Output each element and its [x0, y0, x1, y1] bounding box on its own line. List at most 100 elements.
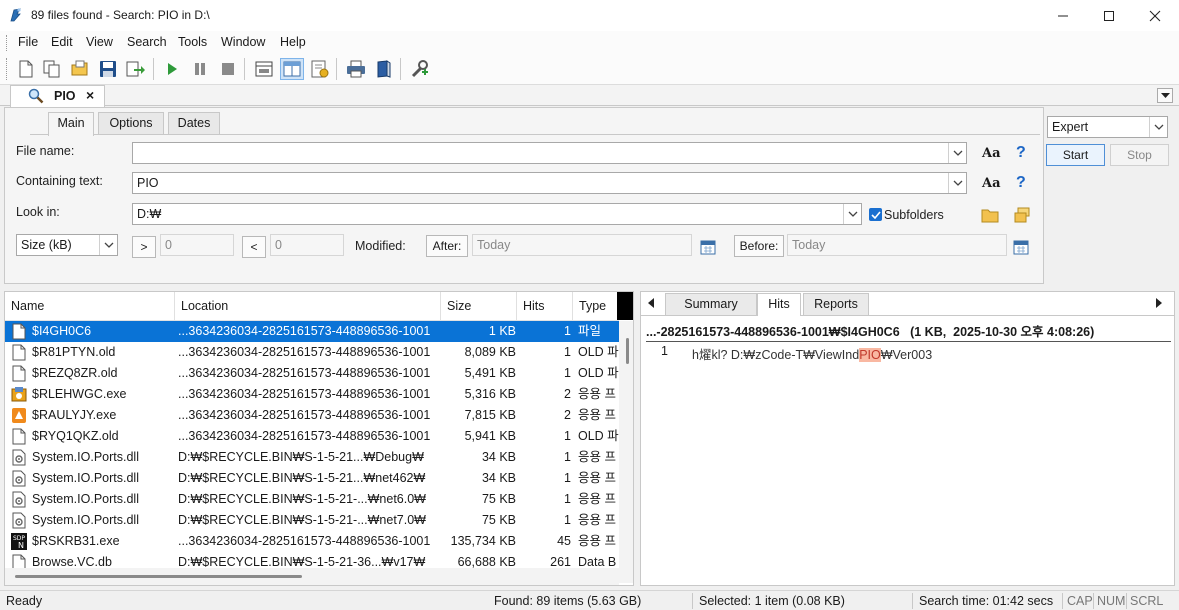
- chevron-down-icon[interactable]: [948, 143, 966, 163]
- cell-name: $RSKRB31.exe: [32, 534, 120, 548]
- cell-hits: 1: [564, 366, 571, 380]
- book-icon[interactable]: [372, 58, 396, 80]
- menu-file[interactable]: File: [18, 35, 38, 49]
- stop-button[interactable]: Stop: [1110, 144, 1169, 166]
- pause-icon[interactable]: [188, 58, 212, 80]
- tab-summary[interactable]: Summary: [665, 293, 757, 315]
- tab-hits[interactable]: Hits: [757, 293, 801, 316]
- cell-size: 7,815 KB: [464, 408, 516, 422]
- dll-icon: [11, 449, 27, 466]
- menu-view[interactable]: View: [86, 35, 113, 49]
- max-size-input[interactable]: 0: [270, 234, 344, 256]
- open-icon[interactable]: [68, 58, 92, 80]
- window-title: 89 files found - Search: PIO in D:\: [31, 8, 210, 22]
- tab-list-dropdown[interactable]: [1157, 88, 1173, 103]
- calendar-icon[interactable]: [1012, 238, 1030, 256]
- chevron-down-icon[interactable]: [843, 204, 861, 224]
- match-case-icon[interactable]: Aa: [982, 146, 1001, 161]
- vertical-scroll-thumb[interactable]: [626, 338, 629, 364]
- table-row[interactable]: SDP N $RSKRB31.exe ...3634236034-2825161573…: [5, 531, 619, 552]
- menu-help[interactable]: Help: [280, 35, 306, 49]
- cell-type: OLD 파: [578, 429, 619, 443]
- file-name-input[interactable]: [132, 142, 967, 164]
- folder-group-icon[interactable]: [1013, 206, 1031, 224]
- column-header-type[interactable]: Type: [573, 292, 619, 320]
- table-row[interactable]: System.IO.Ports.dll D:₩$RECYCLE.BIN₩S-1-5…: [5, 489, 619, 510]
- toolbar-separator: [336, 58, 337, 80]
- horizontal-scroll-thumb[interactable]: [15, 575, 302, 578]
- match-case-icon[interactable]: Aa: [982, 176, 1001, 191]
- minimize-button[interactable]: [1040, 0, 1086, 31]
- table-row[interactable]: $RLEHWGC.exe ...3634236034-2825161573-448…: [5, 384, 619, 405]
- document-tab-label: PIO: [54, 89, 76, 103]
- chevron-left-icon[interactable]: [647, 297, 657, 309]
- copy-search-icon[interactable]: [40, 58, 64, 80]
- menu-window[interactable]: Window: [221, 35, 265, 49]
- table-row[interactable]: $I4GH0C6 ...3634236034-2825161573-4488965…: [5, 321, 619, 342]
- table-row[interactable]: System.IO.Ports.dll D:₩$RECYCLE.BIN₩S-1-5…: [5, 468, 619, 489]
- tab-main[interactable]: Main: [48, 112, 94, 136]
- cell-size: 34 KB: [481, 450, 516, 464]
- after-date-input[interactable]: Today: [472, 234, 692, 256]
- subfolders-checkbox[interactable]: [869, 208, 882, 221]
- greater-than-button[interactable]: >: [132, 236, 156, 258]
- chevron-down-icon[interactable]: [1149, 117, 1167, 137]
- print-icon[interactable]: [344, 58, 368, 80]
- chevron-right-icon[interactable]: [1155, 297, 1165, 309]
- column-header-hits[interactable]: Hits: [517, 292, 573, 320]
- preview-pane-icon[interactable]: [280, 58, 304, 80]
- play-icon[interactable]: [160, 58, 184, 80]
- cell-location: D:₩$RECYCLE.BIN₩S-1-5-21...₩net462₩: [178, 471, 426, 485]
- look-in-input[interactable]: D:₩: [132, 203, 862, 225]
- tab-options[interactable]: Options: [98, 112, 164, 134]
- table-row[interactable]: $RYQ1QKZ.old ...3634236034-2825161573-448…: [5, 426, 619, 447]
- help-icon[interactable]: ?: [1016, 174, 1026, 192]
- column-header-location[interactable]: Location: [175, 292, 441, 320]
- tools-icon[interactable]: [408, 58, 432, 80]
- tab-close-icon[interactable]: ×: [86, 87, 94, 103]
- maximize-button[interactable]: [1086, 0, 1132, 31]
- table-row[interactable]: System.IO.Ports.dll D:₩$RECYCLE.BIN₩S-1-5…: [5, 447, 619, 468]
- layout-icon[interactable]: [252, 58, 276, 80]
- less-than-button[interactable]: <: [242, 236, 266, 258]
- installer-icon: [11, 386, 27, 403]
- save-icon[interactable]: [96, 58, 120, 80]
- menu-edit[interactable]: Edit: [51, 35, 73, 49]
- column-header-name[interactable]: Name: [5, 292, 175, 320]
- menu-grip: [6, 35, 9, 51]
- close-button[interactable]: [1132, 0, 1178, 31]
- properties-icon[interactable]: [308, 58, 332, 80]
- containing-text-input[interactable]: PIO: [132, 172, 967, 194]
- table-row[interactable]: $RAULYJY.exe ...3634236034-2825161573-448…: [5, 405, 619, 426]
- folder-icon[interactable]: [981, 206, 999, 224]
- stop-icon[interactable]: [216, 58, 240, 80]
- tab-reports[interactable]: Reports: [803, 293, 869, 315]
- containing-text-label: Containing text:: [16, 174, 103, 188]
- menu-tools[interactable]: Tools: [178, 35, 207, 49]
- start-button[interactable]: Start: [1046, 144, 1105, 166]
- tab-dates[interactable]: Dates: [168, 112, 220, 134]
- before-button[interactable]: Before:: [734, 235, 784, 257]
- hit-text-after: ₩Ver003: [880, 348, 933, 362]
- file-icon: [11, 323, 27, 340]
- table-row[interactable]: System.IO.Ports.dll D:₩$RECYCLE.BIN₩S-1-5…: [5, 510, 619, 531]
- cell-type: 응용 프: [578, 408, 616, 422]
- after-button[interactable]: After:: [426, 235, 468, 257]
- chevron-down-icon[interactable]: [948, 173, 966, 193]
- menu-search[interactable]: Search: [127, 35, 167, 49]
- document-tab-strip: [0, 85, 1179, 106]
- table-row[interactable]: $R81PTYN.old ...3634236034-2825161573-448…: [5, 342, 619, 363]
- column-header-size[interactable]: Size: [441, 292, 517, 320]
- calendar-icon[interactable]: [699, 238, 717, 256]
- cell-size: 8,089 KB: [464, 345, 516, 359]
- table-row[interactable]: $REZQ8ZR.old ...3634236034-2825161573-448…: [5, 363, 619, 384]
- status-ready: Ready: [6, 594, 43, 608]
- chevron-down-icon[interactable]: [99, 235, 117, 255]
- min-size-input[interactable]: 0: [160, 234, 234, 256]
- new-search-icon[interactable]: [14, 58, 38, 80]
- dll-icon: [11, 470, 27, 487]
- cell-name: System.IO.Ports.dll: [32, 450, 139, 464]
- before-date-input[interactable]: Today: [787, 234, 1007, 256]
- export-icon[interactable]: [124, 58, 148, 80]
- help-icon[interactable]: ?: [1016, 144, 1026, 162]
